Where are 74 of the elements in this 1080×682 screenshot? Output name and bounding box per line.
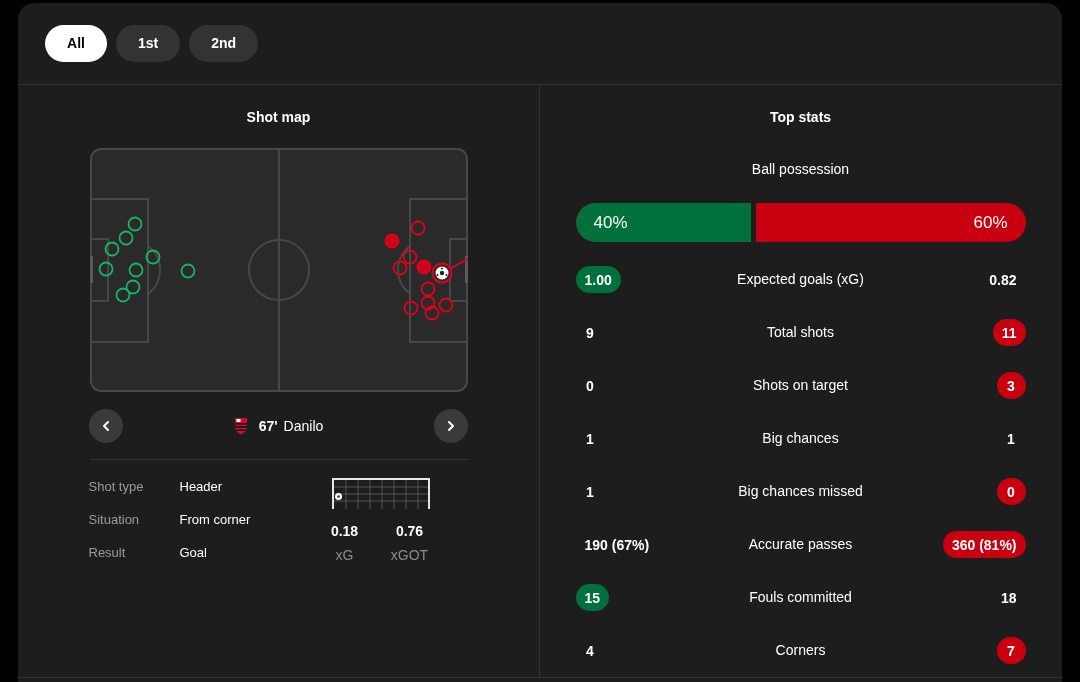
goal-ball-marker-icon[interactable] bbox=[431, 262, 452, 284]
detail-label: Shot type bbox=[88, 478, 145, 496]
period-tab[interactable]: All bbox=[45, 25, 107, 62]
shot-marker-icon[interactable] bbox=[127, 216, 142, 232]
stat-value: 18 bbox=[999, 588, 1018, 608]
stat-label: Corners bbox=[774, 641, 827, 660]
stat-value: 0 bbox=[585, 376, 595, 396]
shot-marker-icon[interactable] bbox=[104, 241, 119, 257]
stat-label: Shots on target bbox=[752, 376, 849, 395]
penalty-arc bbox=[146, 245, 161, 295]
metric-label: xG bbox=[335, 546, 354, 565]
stat-label: Total shots bbox=[766, 323, 835, 342]
stat-value-pill: 360 (81%) bbox=[942, 531, 1026, 558]
shot-marker-icon[interactable] bbox=[384, 233, 399, 249]
penalty-arc bbox=[396, 245, 411, 295]
shot-marker-icon[interactable] bbox=[420, 295, 435, 311]
shot-marker-icon[interactable] bbox=[403, 300, 418, 316]
stat-value: 9 bbox=[585, 323, 595, 343]
shot-marker-icon[interactable] bbox=[402, 249, 417, 265]
stat-value: 0.82 bbox=[988, 270, 1018, 290]
goal-net-icon bbox=[331, 478, 430, 509]
metric-label: xGOT bbox=[390, 546, 429, 565]
stat-label: Big chances bbox=[761, 429, 840, 448]
stat-label: Expected goals (xG) bbox=[736, 270, 865, 289]
shot-minute: 67' bbox=[258, 416, 278, 436]
stat-value-pill: 0 bbox=[996, 478, 1026, 505]
shot-trajectory-line bbox=[449, 258, 468, 269]
player-name: Danilo bbox=[283, 416, 324, 436]
stat-label: Fouls committed bbox=[748, 588, 853, 607]
stat-label: Accurate passes bbox=[747, 535, 854, 554]
shot-marker-icon[interactable] bbox=[128, 262, 143, 278]
shot-marker-icon[interactable] bbox=[145, 249, 160, 265]
detail-value: Goal bbox=[179, 544, 208, 562]
detail-label: Result bbox=[88, 544, 127, 562]
stat-value: 4 bbox=[585, 641, 595, 661]
goal-mouth bbox=[464, 256, 468, 283]
center-circle bbox=[247, 239, 310, 301]
shot-marker-icon[interactable] bbox=[118, 230, 133, 246]
shot-marker-icon[interactable] bbox=[420, 281, 435, 297]
detail-value: Header bbox=[179, 478, 224, 496]
stat-label: Big chances missed bbox=[737, 482, 864, 501]
stat-value: 1 bbox=[585, 482, 595, 502]
stat-value-pill: 1.00 bbox=[575, 266, 621, 293]
section-title: Top stats bbox=[769, 108, 832, 127]
stat-value-pill: 15 bbox=[575, 584, 610, 611]
stat-value: 1 bbox=[1006, 429, 1016, 449]
stat-value-pill: 11 bbox=[992, 319, 1026, 346]
previous-shot-button[interactable] bbox=[88, 409, 123, 443]
metric-value: 0.18 bbox=[330, 522, 359, 541]
shot-marker-icon[interactable] bbox=[115, 287, 130, 303]
shot-marker-icon[interactable] bbox=[392, 260, 407, 276]
period-tab[interactable]: 2nd bbox=[189, 25, 259, 62]
shot-marker-icon[interactable] bbox=[125, 279, 140, 295]
shot-marker-icon[interactable] bbox=[416, 259, 431, 275]
next-shot-button[interactable] bbox=[434, 409, 469, 443]
stat-value-pill: 7 bbox=[996, 637, 1026, 664]
detail-value: From corner bbox=[179, 511, 252, 529]
shot-marker-icon[interactable] bbox=[410, 220, 425, 236]
shot-marker-icon[interactable] bbox=[438, 297, 453, 313]
stat-value-pill: 3 bbox=[996, 372, 1026, 399]
stat-label: Ball possession bbox=[751, 160, 850, 179]
goal-mouth bbox=[89, 256, 93, 283]
metric-value: 0.76 bbox=[395, 522, 424, 541]
detail-label: Situation bbox=[88, 511, 141, 529]
shot-marker-icon[interactable] bbox=[98, 261, 113, 277]
section-title: Shot map bbox=[246, 108, 311, 127]
period-tab[interactable]: 1st bbox=[116, 25, 181, 62]
possession-percent: 40% bbox=[593, 211, 628, 234]
shot-marker-icon[interactable] bbox=[424, 305, 439, 321]
shot-marker-icon[interactable] bbox=[180, 263, 195, 279]
striped-shield-crest-icon bbox=[233, 417, 248, 435]
stat-value: 1 bbox=[585, 429, 595, 449]
stat-value: 190 (67%) bbox=[583, 535, 651, 555]
possession-percent: 60% bbox=[973, 211, 1009, 234]
